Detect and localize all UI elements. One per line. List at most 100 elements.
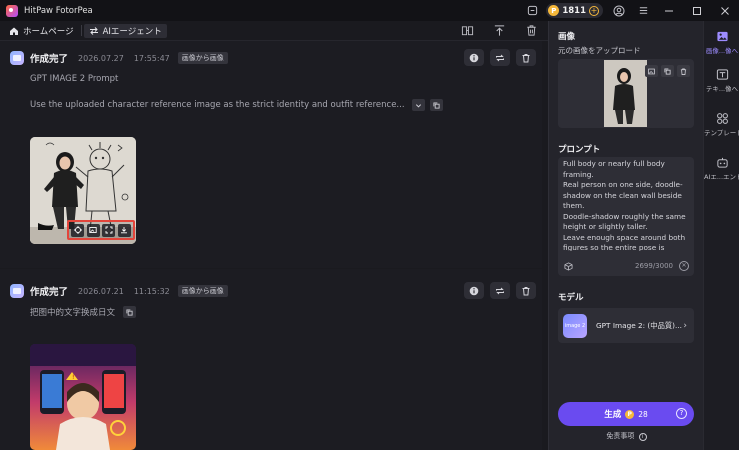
- duplicate-image-button[interactable]: [661, 65, 674, 77]
- app-logo-icon: [6, 4, 18, 17]
- toolbar: ホームページ AIエージェント: [0, 21, 548, 41]
- rail-label: 画像...像へ: [705, 47, 739, 55]
- history-card: 作成完了 2026.07.27 17:55:47 画像から画像 GPT IMAG…: [0, 41, 542, 268]
- rail-label: テンプレート: [704, 129, 739, 137]
- disclaimer-link[interactable]: 免责事项 i: [549, 431, 704, 441]
- svg-text:!: !: [72, 374, 74, 381]
- replace-image-button[interactable]: [645, 65, 658, 77]
- prompt-preview: Use the uploaded character reference ima…: [30, 100, 405, 110]
- tab-home[interactable]: ホームページ: [4, 24, 79, 38]
- chevron-down-icon: [415, 103, 421, 107]
- divider: [80, 25, 82, 36]
- result-image[interactable]: [30, 137, 136, 244]
- title-bar: HitPaw FotorPea P 1811 +: [0, 0, 739, 21]
- robot-icon: [715, 155, 729, 169]
- image-icon: [648, 68, 655, 74]
- book-icon[interactable]: [460, 23, 474, 37]
- result-image[interactable]: !: [30, 344, 136, 450]
- upload-area[interactable]: [558, 59, 694, 128]
- date: 2026.07.21: [78, 286, 124, 296]
- expand-button[interactable]: [411, 99, 425, 111]
- copy-button[interactable]: [123, 306, 137, 318]
- info-button[interactable]: [464, 49, 484, 66]
- tab-ai-agent-label: AIエージェント: [102, 26, 162, 37]
- delete-button[interactable]: [516, 49, 536, 66]
- image-action-bar: [67, 220, 135, 240]
- rail-label: テキ...像へ: [705, 85, 739, 93]
- help-icon[interactable]: ?: [676, 408, 687, 419]
- trash-icon: [680, 67, 687, 75]
- prompt-heading: プロンプト: [558, 145, 601, 155]
- cube-icon[interactable]: [563, 261, 573, 271]
- copy-icon: [126, 308, 133, 316]
- copy-icon: [664, 67, 671, 75]
- info-icon: [469, 53, 479, 62]
- crosshair-icon: [73, 226, 82, 234]
- prompt-text[interactable]: Full body or nearly full body framing. R…: [563, 159, 689, 251]
- coin-icon: P: [625, 409, 635, 419]
- download-button[interactable]: [117, 223, 131, 237]
- tab-home-label: ホームページ: [23, 26, 74, 37]
- status-text: 作成完了: [30, 54, 69, 65]
- regenerate-button[interactable]: [490, 282, 510, 299]
- image-icon: [715, 29, 729, 43]
- rail-item-templates[interactable]: テンプレート: [704, 111, 739, 137]
- download-icon: [121, 227, 128, 234]
- upload-label: 元の画像をアップロード: [558, 46, 641, 55]
- disclaimer-text: 免责事项: [606, 432, 635, 440]
- coin-icon: P: [548, 5, 560, 16]
- mode-badge: 画像から画像: [177, 285, 228, 297]
- edit-image-button[interactable]: [86, 223, 100, 237]
- char-counter: 2699/3000: [635, 262, 673, 270]
- regenerate-button[interactable]: [490, 49, 510, 66]
- scroll-top-icon[interactable]: [492, 23, 506, 37]
- user-icon[interactable]: [613, 5, 625, 17]
- credits-badge[interactable]: P 1811 +: [546, 3, 603, 18]
- swap-icon: [89, 26, 98, 35]
- maximize-button[interactable]: [683, 0, 711, 21]
- result-image-art: !: [30, 344, 136, 450]
- model-name: GPT Image 2: (中品質)...: [596, 320, 682, 330]
- add-credits-icon[interactable]: +: [589, 5, 599, 16]
- repeat-icon: [496, 287, 504, 294]
- image-status-icon: [10, 51, 24, 65]
- time: 11:15:32: [133, 286, 170, 296]
- info-icon: [469, 286, 479, 295]
- copy-button[interactable]: [429, 99, 443, 111]
- history-icon[interactable]: [526, 5, 538, 17]
- info-icon: i: [638, 433, 647, 441]
- grid-icon: [715, 111, 729, 125]
- trash-icon[interactable]: [524, 23, 538, 37]
- rail-item-image-to-image[interactable]: 画像...像へ: [704, 29, 739, 55]
- fullscreen-button[interactable]: [102, 223, 116, 237]
- expand-icon: [105, 226, 113, 234]
- prompt-input[interactable]: Full body or nearly full body framing. R…: [558, 157, 694, 276]
- rail-item-text-to-image[interactable]: テキ...像へ: [704, 67, 739, 93]
- delete-button[interactable]: [516, 282, 536, 299]
- generate-button[interactable]: 生成 P 28 ?: [558, 402, 694, 426]
- mode-rail: 画像...像へ テキ...像へ テンプレート AIエ...エント: [703, 21, 739, 450]
- minimize-button[interactable]: [655, 0, 683, 21]
- tab-ai-agent[interactable]: AIエージェント: [83, 23, 167, 38]
- date: 2026.07.27: [78, 53, 124, 63]
- trash-icon: [522, 53, 530, 62]
- status-text: 作成完了: [30, 287, 69, 298]
- remove-image-button[interactable]: [677, 65, 690, 77]
- prompt-preview: 把图中的文字换成日文: [30, 308, 116, 318]
- generate-label: 生成: [604, 410, 622, 420]
- settings-panel: 画像 元の画像をアップロード プロンプト Full body or nearly…: [548, 21, 703, 450]
- home-icon: [10, 27, 18, 35]
- info-button[interactable]: [464, 282, 484, 299]
- model-heading: モデル: [558, 293, 584, 303]
- model-icon: image 2: [563, 313, 587, 338]
- close-button[interactable]: [711, 0, 739, 21]
- clear-prompt-button[interactable]: ✕: [679, 261, 689, 271]
- model-selector[interactable]: image 2 GPT Image 2: (中品質)... ›: [558, 308, 694, 343]
- image-heading: 画像: [558, 32, 576, 42]
- rail-item-ai-agent[interactable]: AIエ...エント: [704, 155, 739, 181]
- upscale-button[interactable]: [71, 223, 85, 237]
- history-feed[interactable]: 作成完了 2026.07.27 17:55:47 画像から画像 GPT IMAG…: [0, 41, 548, 450]
- credits-count: 1811: [562, 5, 586, 16]
- image-edit-icon: [89, 227, 97, 233]
- menu-icon[interactable]: [637, 5, 649, 17]
